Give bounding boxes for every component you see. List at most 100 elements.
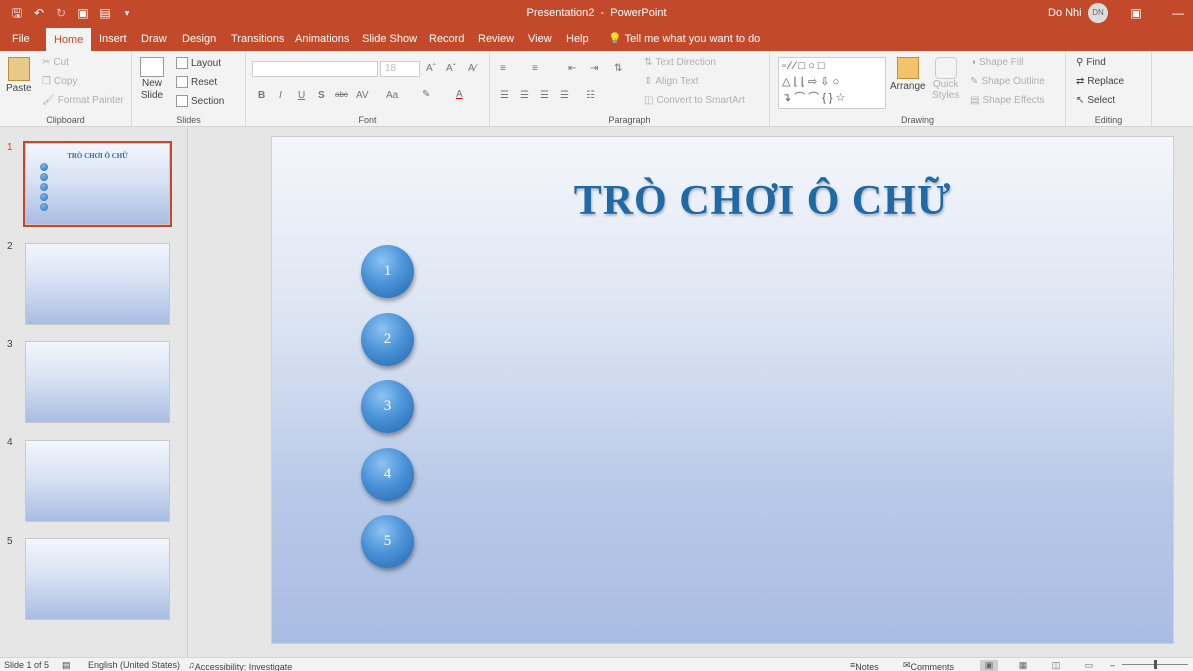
section-button[interactable]: Section (176, 95, 224, 107)
clear-format-icon[interactable]: A∕ (468, 63, 476, 74)
slide-title[interactable]: TRÒ CHƠI Ô CHỮ (272, 177, 1173, 225)
tell-me-search[interactable]: 💡 Tell me what you want to do (608, 27, 760, 51)
font-name-field[interactable] (252, 61, 378, 77)
new-slide-button[interactable]: New Slide (140, 57, 164, 101)
bold-button[interactable]: B (258, 90, 265, 101)
increase-font-icon[interactable]: Aˆ (426, 63, 436, 74)
align-text-button[interactable]: ⇕ Align Text (644, 76, 699, 87)
smartart-icon: ◫ (644, 95, 654, 106)
format-painter-button[interactable]: 🖌 Format Painter (42, 95, 124, 106)
number-circle-3[interactable]: 3 (361, 380, 414, 433)
increase-indent-icon[interactable]: ⇥ (590, 63, 598, 74)
slide-editor: TRÒ CHƠI Ô CHỮ 1 2 3 4 5 (189, 127, 1193, 657)
shadow-button[interactable]: S (318, 90, 325, 101)
shapes-gallery[interactable]: ▫∕∕□○□ △⌊⌊⇨⇩○ ↴⌒⌒{}☆ (778, 57, 886, 109)
tab-design[interactable]: Design (180, 27, 218, 51)
tab-view[interactable]: View (526, 27, 554, 51)
tab-help[interactable]: Help (564, 27, 591, 51)
tab-animations[interactable]: Animations (293, 27, 351, 51)
editing-group: ⚲ Find ⇄ Replace ↖ Select Editing (1066, 51, 1152, 127)
thumbnail-circle (40, 203, 48, 211)
number-circle-5[interactable]: 5 (361, 515, 414, 568)
layout-button[interactable]: Layout (176, 57, 221, 69)
clipboard-group: Paste ✂ Cut ❐ Copy 🖌 Format Painter Clipboa… (0, 51, 132, 127)
slide-number: 4 (7, 437, 13, 448)
slide-sorter-icon[interactable]: ▦ (1014, 660, 1032, 671)
slide-thumbnail-1[interactable]: TRÒ CHƠI Ô CHỮ (23, 141, 172, 227)
copy-icon: ❐ (42, 76, 51, 87)
slide-thumbnail-5[interactable] (25, 538, 170, 620)
zoom-slider-thumb[interactable] (1154, 660, 1157, 669)
user-name[interactable]: Do Nhi (1048, 7, 1082, 19)
convert-smartart-button[interactable]: ◫ Convert to SmartArt (644, 95, 745, 106)
decrease-indent-icon[interactable]: ⇤ (568, 63, 576, 74)
shape-effects-button[interactable]: ▤ Shape Effects (970, 95, 1045, 106)
arrange-button[interactable]: Arrange (890, 57, 926, 92)
paragraph-label: Paragraph (608, 115, 651, 125)
tab-slide-show[interactable]: Slide Show (360, 27, 419, 51)
tab-transitions[interactable]: Transitions (229, 27, 286, 51)
font-color-icon[interactable]: A (456, 89, 463, 100)
replace-button[interactable]: ⇄ Replace (1076, 76, 1124, 87)
align-center-icon[interactable]: ☰ (520, 90, 529, 101)
change-case-button[interactable]: Aa (386, 90, 398, 101)
minimize-icon[interactable]: — (1168, 4, 1188, 22)
columns-icon[interactable]: ☷ (586, 90, 595, 101)
ribbon-display-icon[interactable]: ▣ (1126, 4, 1146, 22)
number-circle-2[interactable]: 2 (361, 313, 414, 366)
justify-icon[interactable]: ☰ (560, 90, 569, 101)
slide-thumbnail-2[interactable] (25, 243, 170, 325)
decrease-font-icon[interactable]: Aˇ (446, 63, 456, 74)
slideshow-view-icon[interactable]: ▭ (1080, 660, 1098, 671)
tab-record[interactable]: Record (427, 27, 466, 51)
spelling-icon[interactable]: ▤ (62, 660, 71, 671)
cut-button[interactable]: ✂ Cut (42, 57, 69, 68)
number-circle-1[interactable]: 1 (361, 245, 414, 298)
shape-fill-button[interactable]: ◑ Shape Fill (970, 57, 1024, 68)
align-right-icon[interactable]: ☰ (540, 90, 549, 101)
strikethrough-button[interactable]: abc (335, 90, 348, 99)
avatar[interactable]: DN (1088, 3, 1108, 23)
bullets-icon[interactable]: ≡ (500, 63, 506, 74)
font-label: Font (358, 115, 377, 125)
comments-button[interactable]: ✉ Comments (903, 660, 954, 671)
notes-button[interactable]: ≡ Notes (850, 660, 879, 671)
zoom-out-icon[interactable]: – (1110, 660, 1115, 670)
language-status[interactable]: English (United States) (88, 660, 180, 670)
align-left-icon[interactable]: ☰ (500, 90, 509, 101)
reading-view-icon[interactable]: ◫ (1047, 660, 1065, 671)
paste-button[interactable]: Paste (6, 57, 32, 94)
drawing-group: ▫∕∕□○□ △⌊⌊⇨⇩○ ↴⌒⌒{}☆ Arrange Quick Styles … (770, 51, 1066, 127)
layout-icon (176, 57, 188, 69)
line-spacing-icon[interactable]: ⇅ (614, 63, 622, 74)
text-direction-button[interactable]: ⇅ Text Direction (644, 57, 716, 68)
reset-button[interactable]: Reset (176, 76, 217, 88)
tab-home[interactable]: Home (46, 28, 92, 51)
copy-button[interactable]: ❐ Copy (42, 76, 77, 87)
status-bar: Slide 1 of 5 ▤ English (United States) ♫… (0, 657, 1193, 671)
slide-thumbnail-3[interactable] (25, 341, 170, 423)
quick-styles-button[interactable]: Quick Styles (932, 57, 959, 101)
spacing-button[interactable]: AV (356, 90, 369, 101)
number-circle-4[interactable]: 4 (361, 448, 414, 501)
drawing-label: Drawing (900, 115, 934, 125)
tell-me-text: Tell me what you want to do (624, 33, 761, 45)
font-size-field[interactable]: 18 (380, 61, 420, 77)
numbering-icon[interactable]: ≡ (532, 63, 538, 74)
italic-button[interactable]: I (279, 90, 282, 101)
accessibility-status[interactable]: ♫ Accessibility: Investigate (188, 660, 292, 671)
tab-file[interactable]: File (10, 27, 32, 51)
normal-view-icon[interactable]: ▣ (980, 660, 998, 671)
tab-draw[interactable]: Draw (139, 27, 169, 51)
slide-thumbnail-4[interactable] (25, 440, 170, 522)
thumbnail-title: TRÒ CHƠI Ô CHỮ (67, 152, 128, 160)
slides-group: New Slide Layout Reset Section Slides (132, 51, 246, 127)
underline-button[interactable]: U (298, 90, 305, 101)
select-button[interactable]: ↖ Select (1076, 95, 1115, 106)
tab-review[interactable]: Review (476, 27, 516, 51)
shape-outline-button[interactable]: ✎ Shape Outline (970, 76, 1045, 87)
tab-insert[interactable]: Insert (97, 27, 129, 51)
find-button[interactable]: ⚲ Find (1076, 57, 1106, 68)
slide-canvas[interactable]: TRÒ CHƠI Ô CHỮ 1 2 3 4 5 (271, 136, 1174, 644)
highlight-icon[interactable]: ✎ (422, 89, 430, 100)
